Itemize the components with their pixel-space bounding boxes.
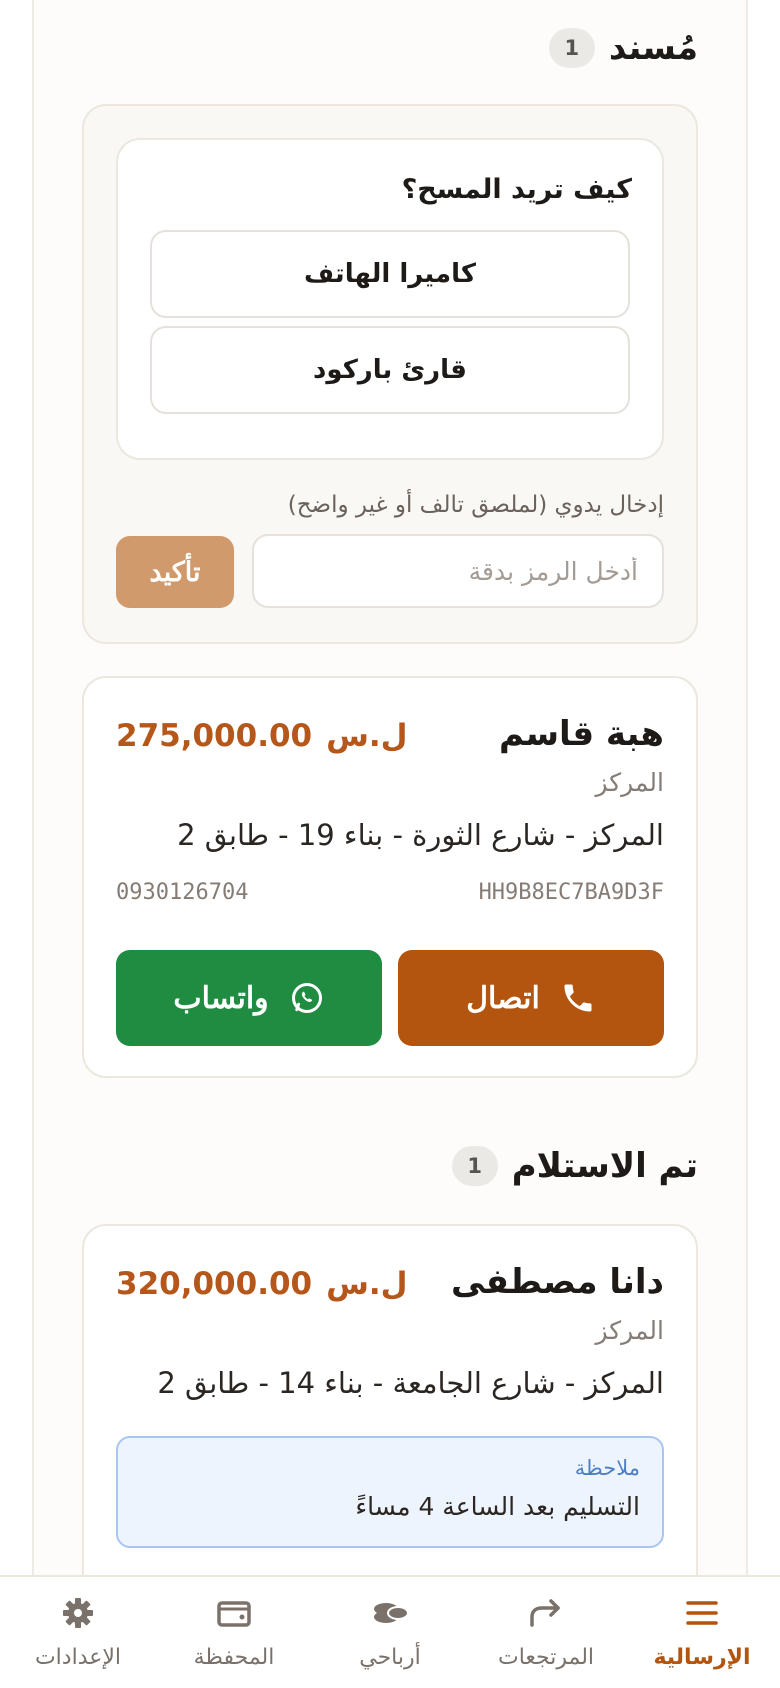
note-label: ملاحظة	[574, 1456, 640, 1480]
amount-value: 320,000.00	[116, 1266, 313, 1302]
tab-returns[interactable]: المرتجعات	[468, 1577, 624, 1688]
currency-label: ل.س	[326, 1266, 408, 1302]
scan-question: كيف تريد المسح؟	[401, 174, 632, 205]
section-header-received: تم الاستلام 1	[451, 1146, 698, 1186]
return-arrow-icon	[526, 1593, 566, 1633]
call-button[interactable]: اتصال	[398, 950, 664, 1046]
customer-name: هبة قاسم	[498, 714, 664, 754]
section-title: مُسند	[608, 28, 698, 68]
address-text: المركز - شارع الثورة - بناء 19 - طابق 2	[177, 818, 664, 852]
menu-icon	[682, 1593, 722, 1633]
delivery-list-page: مُسند 1 كيف تريد المسح؟ كاميرا الهاتف قا…	[32, 0, 748, 1575]
scan-method-panel: كيف تريد المسح؟ كاميرا الهاتف قارئ باركو…	[116, 138, 664, 460]
amount-value: 275,000.00	[116, 718, 313, 754]
order-amount: 320,000.00 ل.س	[116, 1266, 408, 1302]
tracking-code: HH9B8EC7BA9D3F	[478, 880, 664, 905]
count-badge: 1	[548, 28, 595, 68]
count-badge: 1	[451, 1146, 498, 1186]
customer-name: دانا مصطفى	[450, 1262, 664, 1302]
tab-earnings[interactable]: أرباحي	[312, 1577, 468, 1688]
order-card: هبة قاسم 275,000.00 ل.س المركز المركز - ش…	[82, 676, 698, 1078]
tab-label: أرباحي	[359, 1645, 421, 1670]
scan-card: كيف تريد المسح؟ كاميرا الهاتف قارئ باركو…	[82, 104, 698, 644]
gear-icon	[58, 1593, 98, 1633]
call-label: اتصال	[466, 981, 540, 1015]
bottom-tab-bar: الإرسالية المرتجعات أرباحي المحفظة الإعد…	[0, 1575, 780, 1688]
tab-wallet[interactable]: المحفظة	[156, 1577, 312, 1688]
tab-label: الإعدادات	[34, 1645, 122, 1670]
phone-number: 0930126704	[116, 880, 249, 905]
coins-icon	[370, 1593, 410, 1633]
area-label: المركز	[595, 768, 664, 797]
whatsapp-icon	[289, 980, 325, 1016]
note-box: ملاحظة التسليم بعد الساعة 4 مساءً	[116, 1436, 664, 1548]
section-title: تم الاستلام	[511, 1146, 698, 1186]
section-header-assigned: مُسند 1	[548, 28, 698, 68]
tab-label: المحفظة	[193, 1645, 275, 1670]
whatsapp-label: واتساب	[173, 981, 269, 1015]
currency-label: ل.س	[326, 718, 408, 754]
phone-icon	[560, 980, 596, 1016]
order-card: دانا مصطفى 320,000.00 ل.س المركز المركز -…	[82, 1224, 698, 1575]
note-text: التسليم بعد الساعة 4 مساءً	[355, 1492, 640, 1521]
manual-entry-label: إدخال يدوي (لملصق تالف أو غير واضح)	[287, 492, 664, 518]
order-amount: 275,000.00 ل.س	[116, 718, 408, 754]
barcode-reader-button[interactable]: قارئ باركود	[150, 326, 630, 414]
tab-shipment[interactable]: الإرسالية	[624, 1577, 780, 1688]
tab-settings[interactable]: الإعدادات	[0, 1577, 156, 1688]
phone-camera-button[interactable]: كاميرا الهاتف	[150, 230, 630, 318]
address-text: المركز - شارع الجامعة - بناء 14 - طابق 2	[157, 1366, 664, 1400]
confirm-button[interactable]: تأكيد	[116, 536, 234, 608]
wallet-icon	[214, 1593, 254, 1633]
tab-label: المرتجعات	[497, 1645, 595, 1670]
tab-label: الإرسالية	[653, 1645, 751, 1670]
area-label: المركز	[595, 1316, 664, 1345]
manual-code-input[interactable]	[252, 534, 664, 608]
whatsapp-button[interactable]: واتساب	[116, 950, 382, 1046]
